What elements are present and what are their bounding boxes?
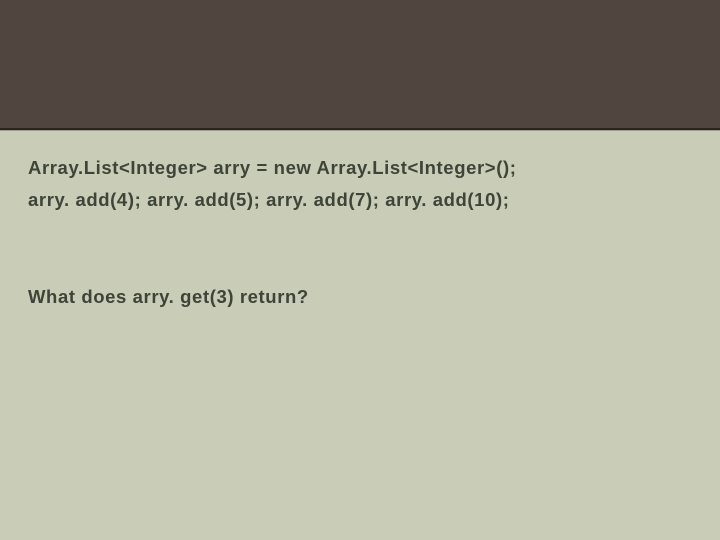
code-line-2: arry. add(4); arry. add(5); arry. add(7)… (28, 185, 692, 215)
slide-content: Array.List<Integer> arry = new Array.Lis… (0, 131, 720, 308)
question-text: What does arry. get(3) return? (28, 286, 692, 308)
code-line-1: Array.List<Integer> arry = new Array.Lis… (28, 153, 692, 183)
slide-header-bar (0, 0, 720, 130)
